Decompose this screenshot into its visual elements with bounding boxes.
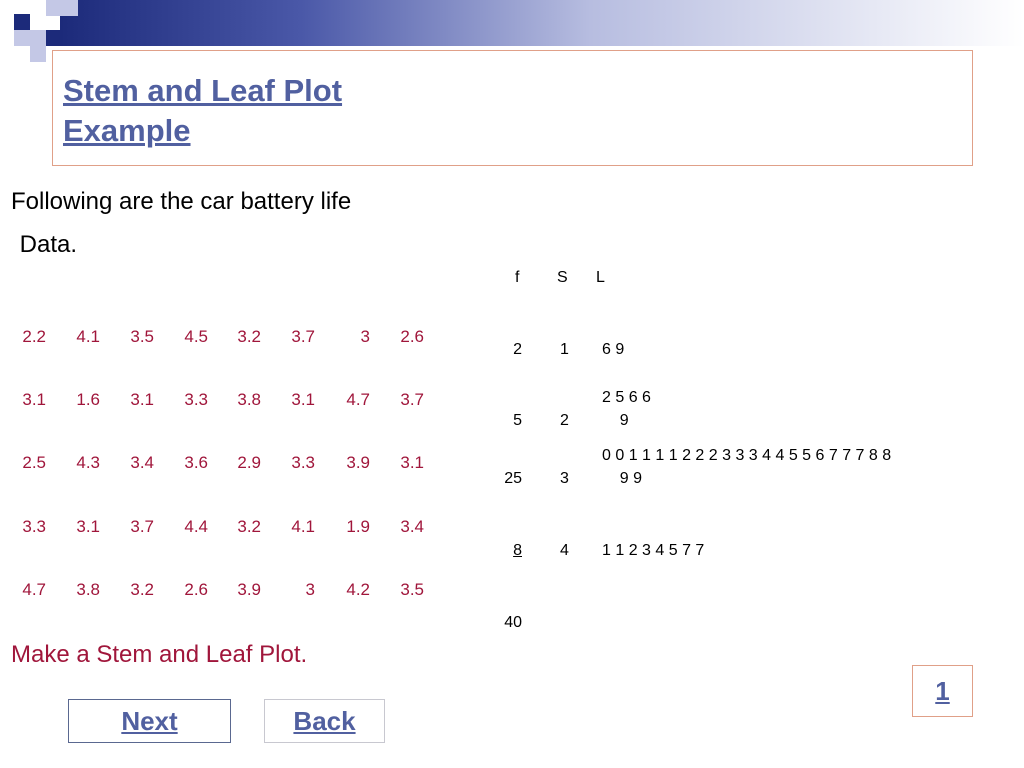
data-cell: 3.3	[184, 390, 208, 409]
deco-square	[46, 0, 62, 16]
data-cell: 4.7	[22, 580, 46, 599]
freq-cell: 2	[513, 341, 522, 358]
freq-cell: 25	[504, 470, 522, 487]
page-number-link[interactable]: 1	[912, 665, 973, 717]
deco-square	[30, 46, 46, 62]
deco-square	[14, 14, 30, 30]
slide-subtitle: Example	[63, 113, 191, 148]
stem-cell: 3	[560, 470, 569, 487]
data-cell: 4.2	[346, 580, 370, 599]
leaf-cell-continued: 9 9	[602, 470, 643, 487]
data-cell: 3.5	[400, 580, 424, 599]
data-cell: 3.6	[184, 453, 208, 472]
data-cell: 3.8	[76, 580, 100, 599]
deco-square	[62, 0, 78, 16]
data-cell: 3.2	[237, 517, 261, 536]
data-cell: 3	[360, 327, 370, 346]
data-cell: 3.1	[291, 390, 315, 409]
data-cell: 2.6	[184, 580, 208, 599]
intro-text-line2: Data.	[13, 231, 78, 258]
stem-cell: 4	[560, 542, 569, 559]
leaf-cell: 0 0 1 1 1 1 2 2 2 3 3 3 4 4 5 5 6 7 7 7 …	[602, 447, 892, 464]
data-cell: 2.2	[22, 327, 46, 346]
data-cell: 3.9	[237, 580, 261, 599]
data-cell: 4.4	[184, 517, 208, 536]
data-cell: 2.9	[237, 453, 261, 472]
data-cell: 3.7	[130, 517, 154, 536]
data-cell: 4.7	[346, 390, 370, 409]
data-cell: 3.7	[400, 390, 424, 409]
data-cell: 3.1	[400, 453, 424, 472]
header-frequency: f	[515, 269, 520, 286]
data-cell: 3.1	[130, 390, 154, 409]
data-cell: 3.3	[22, 517, 46, 536]
freq-total: 40	[504, 614, 522, 631]
leaf-cell-continued: 9	[602, 412, 629, 429]
data-cell: 3.8	[237, 390, 261, 409]
data-cell: 4.3	[76, 453, 100, 472]
deco-square	[30, 30, 46, 46]
data-cell: 3.2	[237, 327, 261, 346]
task-prompt: Make a Stem and Leaf Plot.	[11, 641, 308, 668]
data-cell: 3.1	[22, 390, 46, 409]
data-cell: 4.1	[291, 517, 315, 536]
stem-cell: 1	[560, 341, 569, 358]
freq-cell: 5	[513, 412, 522, 429]
data-cell: 3.3	[291, 453, 315, 472]
leaf-cell: 6 9	[602, 341, 625, 358]
data-cell: 1.9	[346, 517, 370, 536]
header-band	[60, 0, 1024, 46]
data-cell: 3	[305, 580, 315, 599]
deco-square	[30, 14, 46, 30]
header-stem: S	[557, 269, 568, 286]
slide-title: Stem and Leaf Plot	[63, 73, 343, 108]
stem-cell: 2	[560, 412, 569, 429]
deco-square	[14, 30, 30, 46]
data-cell: 2.5	[22, 453, 46, 472]
data-cell: 3.2	[130, 580, 154, 599]
data-cell: 4.5	[184, 327, 208, 346]
freq-cell: 8	[513, 542, 522, 559]
data-cell: 3.1	[76, 517, 100, 536]
leaf-cell: 1 1 2 3 4 5 7 7	[602, 542, 705, 559]
intro-text-line1: Following are the car battery life	[11, 188, 352, 215]
data-cell: 4.1	[76, 327, 100, 346]
data-cell: 3.4	[130, 453, 154, 472]
title-box: Stem and Leaf Plot Example	[52, 50, 973, 166]
back-button[interactable]: Back	[264, 699, 385, 743]
leaf-cell: 2 5 6 6	[602, 389, 651, 406]
next-button[interactable]: Next	[68, 699, 231, 743]
header-leaf: L	[596, 269, 605, 286]
data-cell: 3.5	[130, 327, 154, 346]
deco-square	[46, 30, 62, 46]
data-cell: 2.6	[400, 327, 424, 346]
data-cell: 3.7	[291, 327, 315, 346]
data-cell: 3.9	[346, 453, 370, 472]
data-cell: 1.6	[76, 390, 100, 409]
data-cell: 3.4	[400, 517, 424, 536]
